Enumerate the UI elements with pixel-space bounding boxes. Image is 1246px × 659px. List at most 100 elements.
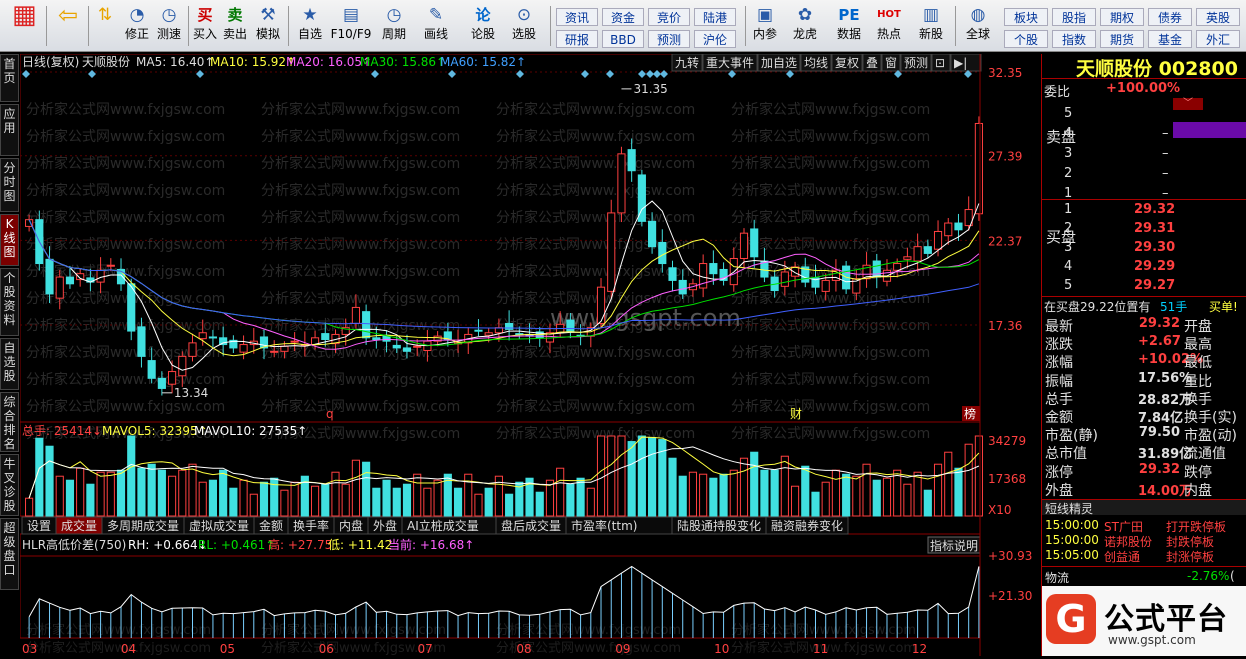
market-button[interactable]: 外汇 xyxy=(1196,30,1240,48)
candle-body[interactable] xyxy=(137,326,146,357)
collapse-chevron-icon[interactable]: ﹀ xyxy=(1173,98,1203,110)
candle-body[interactable] xyxy=(484,332,493,336)
toolbar-discuss-button[interactable]: 论论股 xyxy=(466,4,500,48)
market-button[interactable]: 期权 xyxy=(1100,8,1144,26)
candle-body[interactable] xyxy=(944,222,953,237)
toolbar-up-down-button[interactable]: ⇅ xyxy=(92,4,118,48)
market-button[interactable]: 指数 xyxy=(1052,30,1096,48)
toolbar-select-stock-button[interactable]: ⊙ 选股 xyxy=(504,4,544,48)
market-button[interactable]: 板块 xyxy=(1004,8,1048,26)
quick-button[interactable]: 陆港 xyxy=(694,8,736,26)
quick-button[interactable]: 沪伦 xyxy=(694,30,736,48)
leftnav-item[interactable]: 个股资料 xyxy=(0,268,19,336)
chart-area[interactable]: 分析家公式网www.fxjgsw.com 分析家公式网www.fxjgsw.com… xyxy=(19,53,1040,659)
candle-body[interactable] xyxy=(351,306,360,324)
candle-body[interactable] xyxy=(208,336,218,339)
candle-body[interactable] xyxy=(65,276,75,285)
event-diamond-icon[interactable] xyxy=(88,70,96,78)
candle-body[interactable] xyxy=(872,260,881,278)
leftnav-item[interactable]: 综合排名 xyxy=(0,392,19,452)
candle-body[interactable] xyxy=(474,329,483,332)
event-diamond-icon[interactable] xyxy=(516,70,524,78)
event-diamond-icon[interactable] xyxy=(22,70,30,78)
toolbar-chart-book-button[interactable]: ▣ 内参 xyxy=(748,4,782,48)
candle-body[interactable] xyxy=(219,337,228,346)
candle-body[interactable] xyxy=(147,360,156,379)
kline-chart-svg[interactable]: 分析家公式网www.fxjgsw.com 分析家公式网www.fxjgsw.com… xyxy=(19,53,1040,659)
event-diamond-icon[interactable] xyxy=(448,70,456,78)
quick-button[interactable]: BBD xyxy=(602,30,644,48)
toolbar-pe-button[interactable]: PE 数据 xyxy=(832,4,866,48)
candle-body[interactable] xyxy=(750,228,759,258)
candle-body[interactable] xyxy=(239,344,248,353)
leftnav-item[interactable]: 应用 xyxy=(0,104,19,156)
candle-body[interactable] xyxy=(55,276,64,299)
toolbar-period-button[interactable]: ◷ 周期 xyxy=(376,4,412,48)
event-diamond-icon[interactable] xyxy=(660,70,668,78)
candle-body[interactable] xyxy=(413,345,422,348)
candle-body[interactable] xyxy=(402,347,412,352)
toolbar-f10-button[interactable]: ▤ F10/F9 xyxy=(330,4,372,48)
market-button[interactable]: 个股 xyxy=(1004,30,1048,48)
leftnav-item[interactable]: 自选股 xyxy=(0,338,19,390)
candle-body[interactable] xyxy=(893,263,902,271)
toolbar-globe-button[interactable]: ◍ 全球 xyxy=(958,4,998,48)
toolbar-new-stock-button[interactable]: ▥ 新股 xyxy=(914,4,948,48)
market-button[interactable]: 股指 xyxy=(1052,8,1096,26)
quick-button[interactable]: 竞价 xyxy=(648,8,690,26)
candle-body[interactable] xyxy=(739,232,749,259)
toolbar-dragon-button[interactable]: ✿ 龙虎 xyxy=(788,4,822,48)
candle-body[interactable] xyxy=(913,246,922,262)
candle-body[interactable] xyxy=(372,337,381,340)
toolbar-back-arrow-button[interactable]: ⇦ xyxy=(52,3,84,48)
candle-body[interactable] xyxy=(106,264,115,267)
candle-body[interactable] xyxy=(188,342,197,357)
candle-body[interactable] xyxy=(566,319,575,332)
toolbar-clock-button[interactable]: ◷ 测速 xyxy=(156,4,182,48)
candle-body[interactable] xyxy=(392,344,401,349)
market-button[interactable]: 英股 xyxy=(1196,8,1240,26)
quick-button[interactable]: 研报 xyxy=(556,30,598,48)
leftnav-item[interactable]: 超级盘口 xyxy=(0,518,19,590)
market-button[interactable]: 期货 xyxy=(1100,30,1144,48)
leftnav-item[interactable]: 牛叉诊股 xyxy=(0,454,19,516)
candle-body[interactable] xyxy=(974,122,983,215)
candle-body[interactable] xyxy=(954,222,963,231)
candle-body[interactable] xyxy=(709,263,718,275)
candle-body[interactable] xyxy=(923,246,932,254)
event-diamond-icon[interactable] xyxy=(581,70,589,78)
toolbar-hammer-button[interactable]: ⚒ 模拟 xyxy=(254,4,282,48)
event-diamond-icon[interactable] xyxy=(638,70,646,78)
candle-body[interactable] xyxy=(903,256,912,260)
toolbar-star-button[interactable]: ★ 自选 xyxy=(294,4,326,48)
candle-body[interactable] xyxy=(678,279,687,295)
candle-body[interactable] xyxy=(668,267,677,281)
candle-body[interactable] xyxy=(96,269,105,283)
event-diamond-icon[interactable] xyxy=(196,70,204,78)
event-diamond-icon[interactable] xyxy=(653,70,661,78)
toolbar-sell-button[interactable]: 卖卖出 xyxy=(222,4,248,48)
candle-body[interactable] xyxy=(157,377,166,389)
candle-body[interactable] xyxy=(617,153,626,214)
candle-body[interactable] xyxy=(607,212,616,292)
toolbar-home-grid-button[interactable]: ▦ xyxy=(4,2,44,48)
candle-body[interactable] xyxy=(280,345,289,352)
leftnav-item[interactable]: K线图 xyxy=(0,214,19,266)
quick-button[interactable]: 资讯 xyxy=(556,8,598,26)
candle-body[interactable] xyxy=(290,340,299,343)
candle-body[interactable] xyxy=(821,279,830,292)
candle-body[interactable] xyxy=(596,286,606,324)
toolbar-pen-button[interactable]: ✎ 画线 xyxy=(418,4,454,48)
event-diamond-icon[interactable] xyxy=(646,70,654,78)
candle-body[interactable] xyxy=(933,230,943,250)
candle-body[interactable] xyxy=(45,258,54,295)
market-button[interactable]: 债券 xyxy=(1148,8,1192,26)
market-button[interactable]: 基金 xyxy=(1148,30,1192,48)
candle-body[interactable] xyxy=(270,350,279,353)
candle-body[interactable] xyxy=(658,241,667,265)
candle-body[interactable] xyxy=(168,371,177,385)
event-diamond-icon[interactable] xyxy=(371,70,379,78)
leftnav-item[interactable]: 首页 xyxy=(0,54,19,102)
candle-body[interactable] xyxy=(178,355,187,377)
candle-body[interactable] xyxy=(648,220,657,248)
